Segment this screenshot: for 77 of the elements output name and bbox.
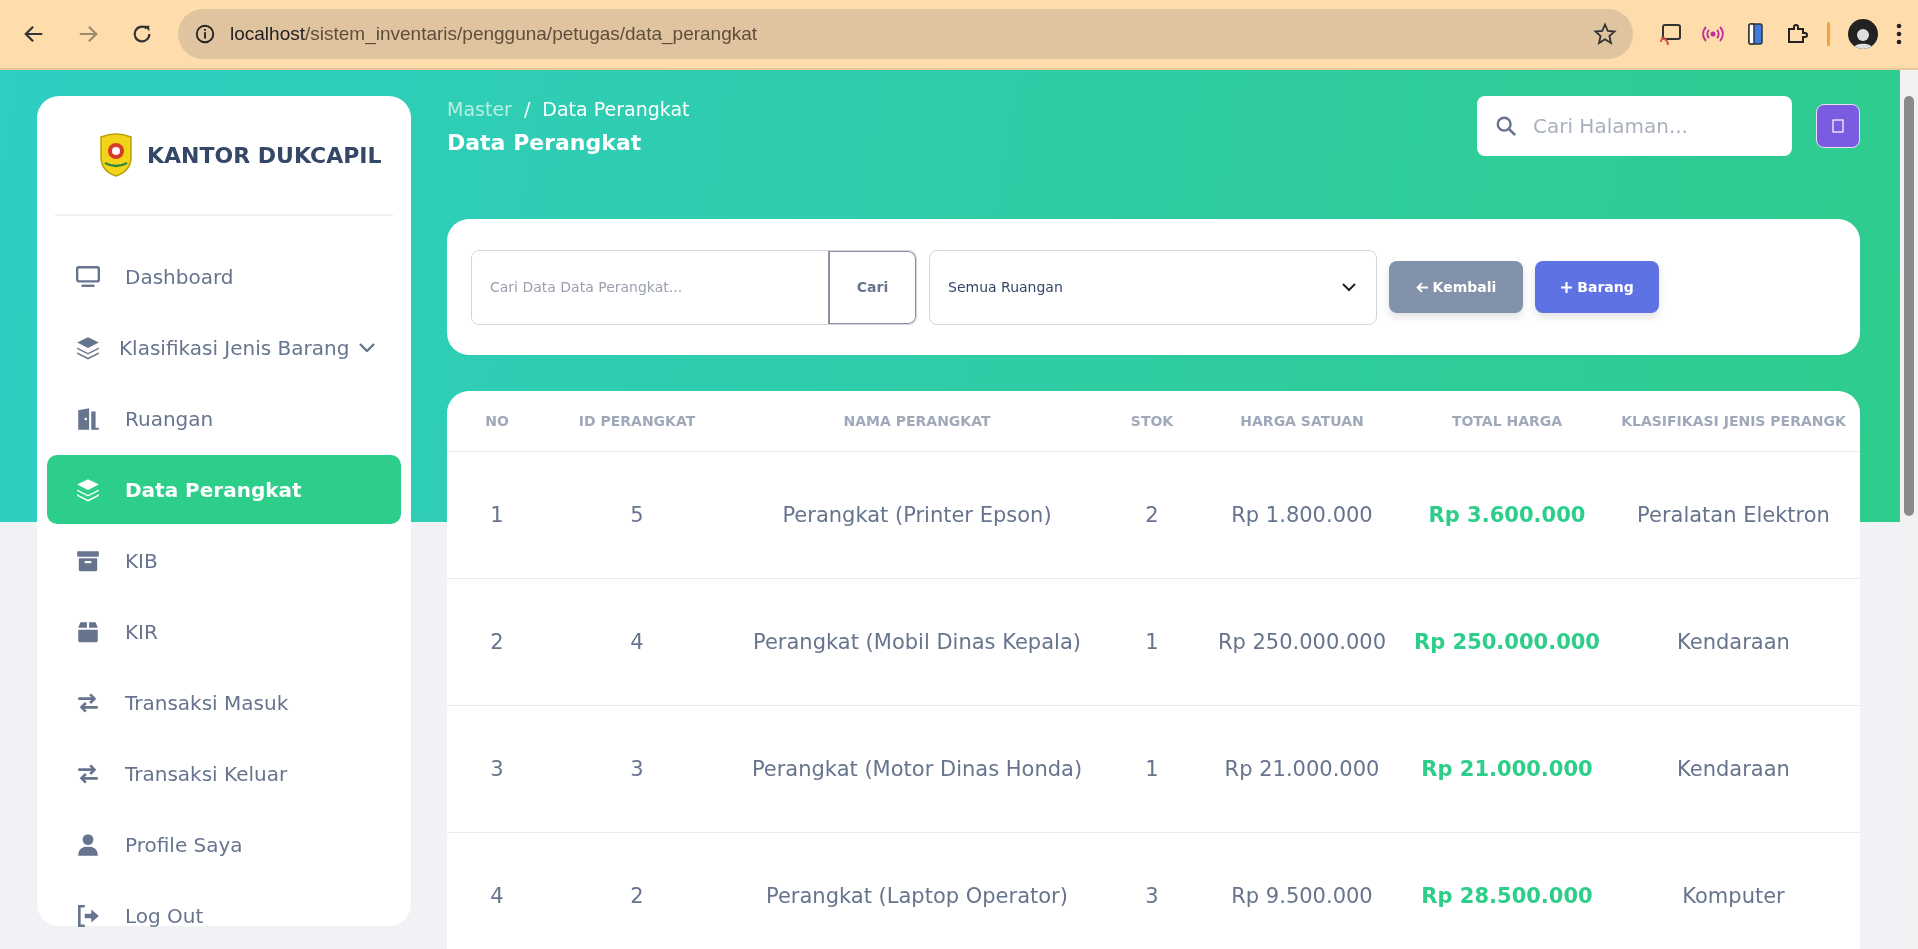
arrow-left-icon: [1415, 280, 1429, 294]
user-icon: [75, 831, 101, 858]
reload-icon[interactable]: [131, 23, 153, 45]
table-cell: Rp 21.000.000: [1407, 706, 1607, 833]
breadcrumb-current: Data Perangkat: [542, 98, 690, 120]
scrollbar[interactable]: [1900, 70, 1918, 949]
door-icon: [75, 405, 101, 432]
address-bar[interactable]: localhost/sistem_inventaris/pengguna/petugas/data_perangkat: [178, 9, 1633, 59]
star-icon[interactable]: [1593, 22, 1617, 46]
sidebar-item[interactable]: Ruangan: [47, 384, 401, 453]
table-cell: 4: [547, 579, 727, 706]
table-cell: Kendaraan: [1607, 706, 1860, 833]
table-cell: 3: [1107, 833, 1197, 949]
logout-icon: [75, 902, 101, 929]
more-menu-icon[interactable]: [1896, 23, 1902, 45]
layers-icon: [75, 476, 101, 503]
sidebar-item[interactable]: Log Out: [47, 881, 401, 949]
cast-icon[interactable]: [1659, 22, 1683, 46]
sidebar-item[interactable]: Klasifikasi Jenis Barang: [47, 313, 401, 382]
breadcrumb-separator: /: [523, 98, 531, 120]
brand-name: KANTOR DUKCAPIL: [147, 142, 382, 168]
sidebar-item[interactable]: Dashboard: [47, 242, 401, 311]
column-header: NAMA PERANGKAT: [727, 391, 1107, 452]
back-button[interactable]: Kembali: [1389, 261, 1523, 313]
column-header: HARGA SATUAN: [1197, 391, 1407, 452]
add-item-button[interactable]: Barang: [1535, 261, 1659, 313]
table-cell: 3: [447, 706, 547, 833]
sidebar-item[interactable]: Profile Saya: [47, 810, 401, 879]
table-cell: Rp 3.600.000: [1407, 452, 1607, 579]
column-header: NO: [447, 391, 547, 452]
table-cell: 5: [547, 452, 727, 579]
table-cell: 3: [547, 706, 727, 833]
info-icon[interactable]: [194, 23, 216, 45]
table-cell: 2: [447, 579, 547, 706]
sidebar-item[interactable]: Transaksi Masuk: [47, 668, 401, 737]
back-arrow-icon[interactable]: [23, 23, 45, 45]
page-search-field[interactable]: Cari Halaman...: [1477, 96, 1792, 156]
table-cell: 1: [1107, 706, 1197, 833]
column-header: TOTAL HARGA: [1407, 391, 1607, 452]
table-cell: Rp 28.500.000: [1407, 833, 1607, 949]
monitor-icon: [75, 263, 101, 290]
table-cell: 1: [447, 452, 547, 579]
table-cell: Kendaraan: [1607, 579, 1860, 706]
column-header: KLASIFIKASI JENIS PERANGK: [1607, 391, 1860, 452]
profile-avatar[interactable]: [1848, 19, 1878, 49]
page-title: Data Perangkat: [447, 130, 643, 155]
table-cell: 4: [447, 833, 547, 949]
table-cell: Rp 250.000.000: [1407, 579, 1607, 706]
table-cell: 2: [1107, 452, 1197, 579]
chevron-down-icon: [359, 343, 376, 352]
square-icon: [1832, 119, 1844, 133]
sidebar-item[interactable]: Transaksi Keluar: [47, 739, 401, 808]
table-cell: Rp 250.000.000: [1197, 579, 1407, 706]
table-cell: Perangkat (Motor Dinas Honda): [727, 706, 1107, 833]
layers-icon: [75, 334, 101, 361]
emblem-logo: [97, 133, 135, 177]
table-cell: Komputer: [1607, 833, 1860, 949]
table-cell: Peralatan Elektron: [1607, 452, 1860, 579]
table-cell: Rp 1.800.000: [1197, 452, 1407, 579]
url-text: localhost/sistem_inventaris/pengguna/petugas/data_perangkat: [230, 23, 759, 45]
data-search-field[interactable]: Cari Data Data Perangkat... Cari: [471, 249, 917, 325]
table-cell: Perangkat (Laptop Operator): [727, 833, 1107, 949]
puzzle-icon[interactable]: [1785, 22, 1809, 46]
column-header: STOK: [1107, 391, 1197, 452]
table-cell: 1: [1107, 579, 1197, 706]
table-cell: Rp 21.000.000: [1197, 706, 1407, 833]
square-button[interactable]: [1816, 104, 1860, 148]
table-cell: Perangkat (Printer Epson): [727, 452, 1107, 579]
table-cell: Rp 9.500.000: [1197, 833, 1407, 949]
sidebar-item[interactable]: KIR: [47, 597, 401, 666]
table-cell: Perangkat (Mobil Dinas Kepala): [727, 579, 1107, 706]
room-select[interactable]: Semua Ruangan: [929, 249, 1377, 325]
plus-icon: [1560, 280, 1574, 294]
column-header: ID PERANGKAT: [547, 391, 727, 452]
sidebar-item[interactable]: KIB: [47, 526, 401, 595]
search-button[interactable]: Cari: [828, 250, 916, 324]
table-cell: 2: [547, 833, 727, 949]
